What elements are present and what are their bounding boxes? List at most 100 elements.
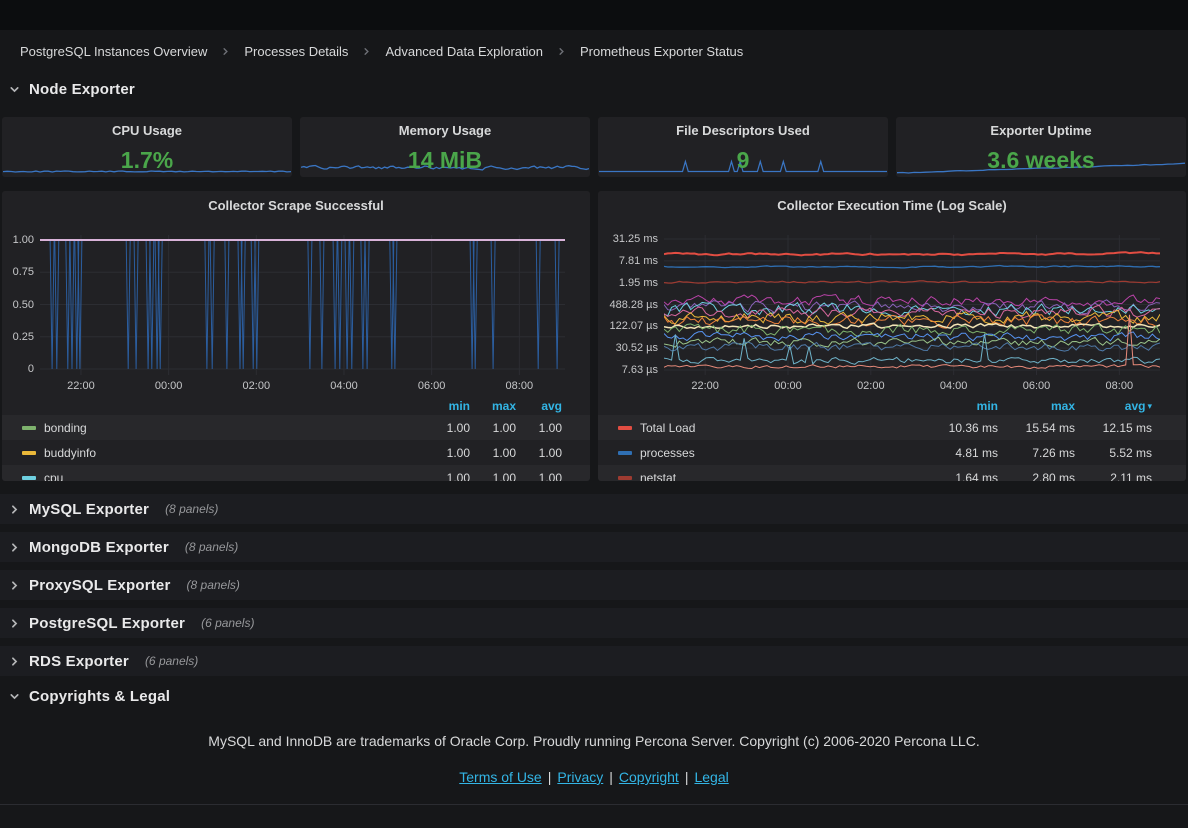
legend-sort-header-max[interactable]: max — [998, 399, 1075, 413]
series-line-processes — [664, 266, 1160, 268]
legend-series-label: bonding — [44, 421, 87, 435]
panel-count: (8 panels) — [185, 540, 238, 554]
legend-min-value: 1.64 ms — [921, 471, 998, 482]
stat-panel-cpu-usage: CPU Usage 1.7% — [2, 117, 292, 177]
section-title: ProxySQL Exporter — [29, 577, 171, 594]
legal-link-terms-of-use[interactable]: Terms of Use — [459, 769, 541, 785]
chevron-down-icon — [8, 83, 21, 96]
panel-title[interactable]: Memory Usage — [300, 123, 590, 138]
panel-title[interactable]: File Descriptors Used — [598, 123, 888, 138]
stat-panels-row: CPU Usage 1.7% Memory Usage 14 MiB File … — [2, 117, 1186, 177]
legal-link-copyright[interactable]: Copyright — [619, 769, 679, 785]
y-axis-label: 1.00 — [2, 234, 34, 246]
panel-title[interactable]: Collector Scrape Successful — [2, 198, 590, 213]
breadcrumb-item-postgresql-instances-overview[interactable]: PostgreSQL Instances Overview — [20, 44, 207, 59]
legend-row-netstat: netstat1.64 ms2.80 ms2.11 ms — [598, 465, 1186, 481]
section-mongodb-exporter[interactable]: MongoDB Exporter(8 panels) — [0, 532, 1188, 562]
x-axis-label: 06:00 — [1014, 380, 1058, 392]
legend-min-value: 1.00 — [424, 446, 470, 460]
sort-desc-icon: ▾ — [1147, 401, 1152, 411]
panel-title[interactable]: Exporter Uptime — [896, 123, 1186, 138]
x-axis-label: 22:00 — [59, 380, 103, 392]
legend-max-value: 7.26 ms — [998, 446, 1075, 460]
legend-avg-value: 1.00 — [516, 446, 562, 460]
x-axis-label: 22:00 — [683, 380, 727, 392]
scrape-successful-plot[interactable] — [40, 235, 565, 375]
legend-sort-header-avg[interactable]: avg — [516, 399, 562, 413]
legend-avg-value: 5.52 ms — [1075, 446, 1152, 460]
section-node-exporter[interactable]: Node Exporter — [8, 81, 135, 98]
breadcrumb: PostgreSQL Instances Overview Processes D… — [20, 42, 743, 60]
breadcrumb-item-processes-details[interactable]: Processes Details — [244, 44, 348, 59]
y-axis-label: 30.52 µs — [598, 342, 658, 354]
chevron-down-icon — [8, 690, 21, 703]
series-color-swatch — [618, 426, 632, 430]
legend-series-bonding[interactable]: bonding — [22, 421, 424, 435]
legend-row-processes: processes4.81 ms7.26 ms5.52 ms — [598, 440, 1186, 465]
section-rds-exporter[interactable]: RDS Exporter (6 panels) — [0, 646, 1188, 676]
panel-count: (8 panels) — [187, 578, 240, 592]
panel-title[interactable]: Collector Execution Time (Log Scale) — [598, 198, 1186, 213]
legend-sort-header-min[interactable]: min — [921, 399, 998, 413]
y-axis-label: 7.81 ms — [598, 255, 658, 267]
legend-min-value: 1.00 — [424, 471, 470, 482]
execution-time-plot[interactable] — [664, 235, 1160, 375]
section-mysql-exporter[interactable]: MySQL Exporter(8 panels) — [0, 494, 1188, 524]
legend: minmaxavgbonding1.001.001.00buddyinfo1.0… — [2, 397, 590, 481]
section-title: RDS Exporter — [29, 653, 129, 670]
legend-series-label: processes — [640, 446, 695, 460]
legend-max-value: 1.00 — [470, 421, 516, 435]
link-separator: | — [609, 769, 613, 785]
x-axis-label: 02:00 — [849, 380, 893, 392]
link-separator: | — [685, 769, 689, 785]
x-axis-label: 08:00 — [497, 380, 541, 392]
legend-series-label: cpu — [44, 471, 63, 482]
legal-link-legal[interactable]: Legal — [694, 769, 728, 785]
y-axis-label: 7.63 µs — [598, 364, 658, 376]
panel-title[interactable]: CPU Usage — [2, 123, 292, 138]
chevron-right-icon — [8, 617, 21, 630]
panel-count: (6 panels) — [145, 654, 198, 668]
x-axis-label: 04:00 — [322, 380, 366, 392]
panel-count: (6 panels) — [201, 616, 254, 630]
section-title: Copyrights & Legal — [29, 688, 170, 705]
x-axis-label: 00:00 — [147, 380, 191, 392]
stat-value: 3.6 weeks — [896, 147, 1186, 174]
legal-link-privacy[interactable]: Privacy — [557, 769, 603, 785]
series-color-swatch — [22, 451, 36, 455]
panel-count: (8 panels) — [165, 502, 218, 516]
stat-panel-file-descriptors: File Descriptors Used 9 — [598, 117, 888, 177]
legend-sort-header-min[interactable]: min — [424, 399, 470, 413]
y-axis-label: 0 — [2, 363, 34, 375]
stat-value: 1.7% — [2, 147, 292, 174]
section-copyrights-legal[interactable]: Copyrights & Legal — [8, 688, 170, 705]
legend-avg-value: 2.11 ms — [1075, 471, 1152, 482]
legend-series-total-load[interactable]: Total Load — [618, 421, 921, 435]
legend-header-row: minmaxavg — [2, 397, 590, 415]
legend-avg-value: 1.00 — [516, 421, 562, 435]
section-title: PostgreSQL Exporter — [29, 615, 185, 632]
y-axis-label: 488.28 µs — [598, 299, 658, 311]
legend-series-buddyinfo[interactable]: buddyinfo — [22, 446, 424, 460]
stat-panel-exporter-uptime: Exporter Uptime 3.6 weeks — [896, 117, 1186, 177]
y-axis-label: 0.50 — [2, 299, 34, 311]
legend-series-cpu[interactable]: cpu — [22, 471, 424, 482]
legend-series-processes[interactable]: processes — [618, 446, 921, 460]
legend-series-netstat[interactable]: netstat — [618, 471, 921, 482]
legend-avg-value: 12.15 ms — [1075, 421, 1152, 435]
x-axis-label: 08:00 — [1097, 380, 1141, 392]
panel-collector-scrape-successful: Collector Scrape Successful 1.00 0.75 0.50… — [2, 191, 590, 481]
section-postgresql-exporter[interactable]: PostgreSQL Exporter (6 panels) — [0, 608, 1188, 638]
legend-header-row: minmaxavg▾ — [598, 397, 1186, 415]
legend-sort-header-avg[interactable]: avg▾ — [1075, 399, 1152, 413]
series-line — [664, 332, 1160, 341]
legend-series-label: Total Load — [640, 421, 695, 435]
y-axis-label: 0.75 — [2, 266, 34, 278]
legend-min-value: 10.36 ms — [921, 421, 998, 435]
legend-series-label: netstat — [640, 471, 676, 482]
section-proxysql-exporter[interactable]: ProxySQL Exporter (8 panels) — [0, 570, 1188, 600]
breadcrumb-item-advanced-data-exploration[interactable]: Advanced Data Exploration — [385, 44, 543, 59]
legend-sort-header-max[interactable]: max — [470, 399, 516, 413]
breadcrumb-item-prometheus-exporter-status[interactable]: Prometheus Exporter Status — [580, 44, 743, 59]
y-axis-label: 1.95 ms — [598, 277, 658, 289]
